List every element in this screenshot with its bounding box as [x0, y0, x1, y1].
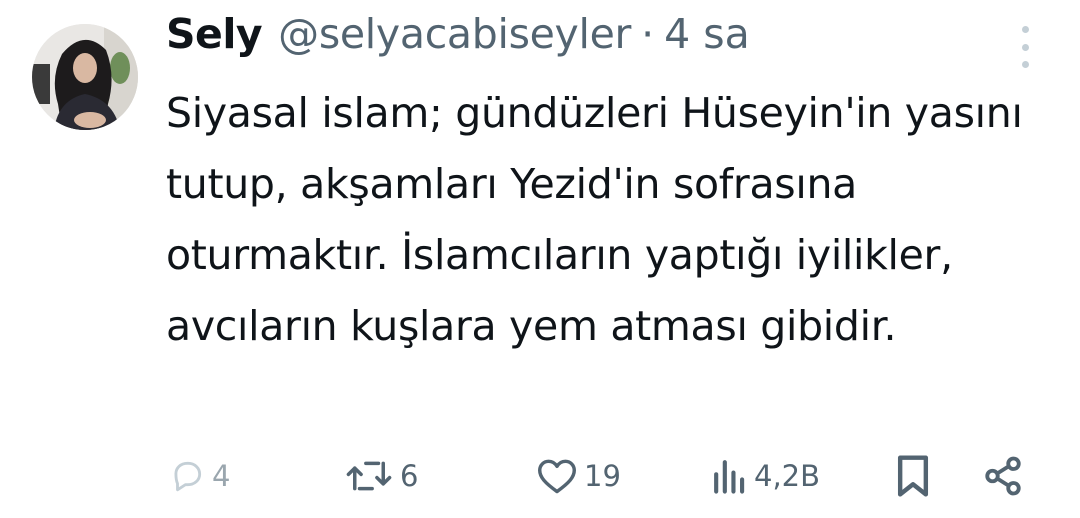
separator-dot: · [641, 10, 655, 58]
tweet-actions: 4 6 19 4,2B [0, 450, 1080, 502]
author-handle[interactable]: @selyacabiseyler [278, 10, 631, 58]
share-button[interactable] [982, 450, 1024, 502]
avatar-image [32, 24, 138, 130]
bookmark-button[interactable] [894, 450, 932, 502]
tweet-text: Siyasal islam; gündüzleri Hüseyin'in yas… [166, 89, 1023, 350]
retweet-button[interactable]: 6 [344, 450, 418, 502]
more-dot [1021, 61, 1029, 68]
avatar[interactable] [32, 24, 138, 130]
author-name[interactable]: Sely [166, 10, 263, 58]
like-button[interactable]: 19 [536, 450, 621, 502]
retweet-icon [346, 461, 392, 491]
tweet-timestamp[interactable]: 4 sa [664, 10, 750, 58]
retweet-count: 6 [400, 459, 419, 493]
reply-button[interactable]: 4 [168, 450, 230, 502]
more-options-icon[interactable] [1010, 26, 1040, 68]
share-icon [985, 456, 1021, 496]
tweet-header: Sely @selyacabiseyler · 4 sa [166, 10, 750, 72]
views-button[interactable]: 4,2B [712, 450, 820, 502]
views-count: 4,2B [754, 459, 821, 493]
more-dot [1021, 26, 1029, 33]
reply-count: 4 [212, 459, 231, 493]
bookmark-icon [897, 455, 929, 497]
reply-icon [174, 461, 202, 492]
more-dot [1021, 43, 1029, 51]
like-count: 19 [584, 459, 621, 493]
views-icon [714, 460, 745, 494]
heart-icon [538, 459, 576, 494]
